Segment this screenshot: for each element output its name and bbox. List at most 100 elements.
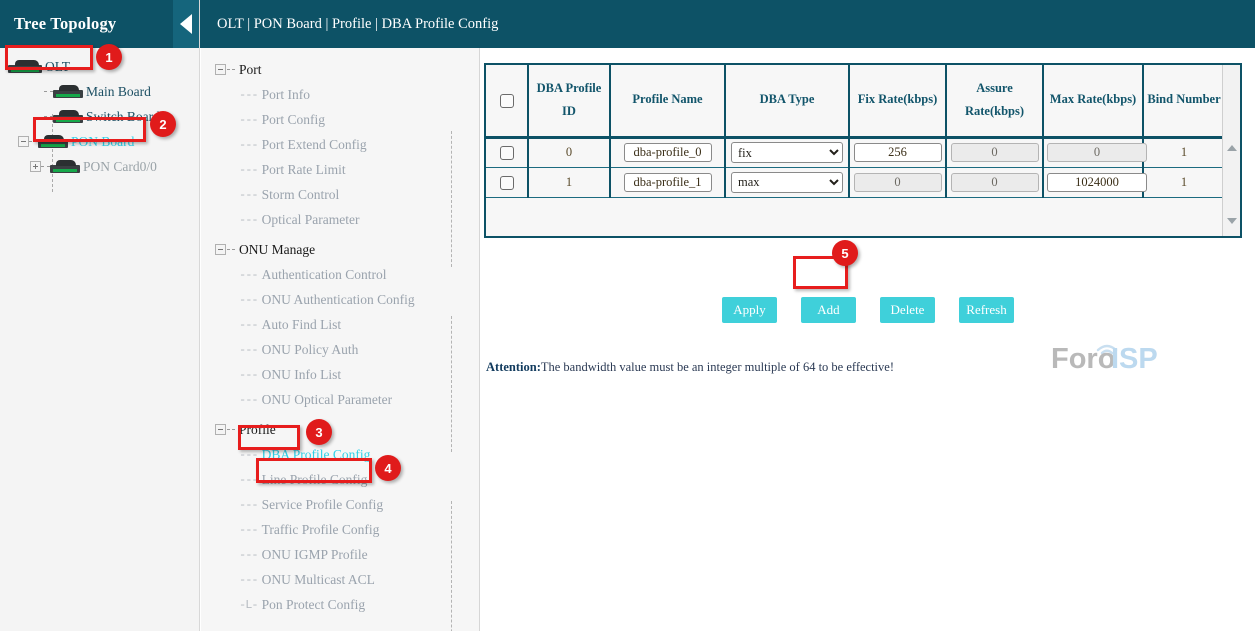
menu-bullet-icon: --- [239, 343, 258, 357]
menu-bullet-icon: --- [239, 368, 258, 382]
menu-group-profile[interactable]: Profile [201, 417, 479, 442]
tree-branch-line [41, 166, 50, 167]
watermark-icon: Foro ISP [1051, 337, 1176, 371]
menu-item-label: Optical Parameter [262, 212, 360, 228]
svg-text:ISP: ISP [1111, 343, 1158, 371]
menu-item-label: ONU Optical Parameter [262, 392, 392, 408]
menu-item-onu-policy-auth[interactable]: --- ONU Policy Auth [201, 337, 479, 362]
row-checkbox[interactable] [500, 146, 514, 160]
cell-fix-rate [849, 137, 946, 167]
table-header-dba-profile-id: DBA Profile ID [528, 65, 610, 137]
assure-rate-input[interactable] [951, 173, 1039, 192]
menu-group-onu-manage[interactable]: ONU Manage [201, 237, 479, 262]
profile-name-input[interactable] [624, 173, 712, 192]
menu-item-auto-find-list[interactable]: --- Auto Find List [201, 312, 479, 337]
cell-fix-rate [849, 167, 946, 197]
tree-branch-line [44, 116, 53, 117]
attention-text: The bandwidth value must be an integer m… [541, 360, 894, 374]
table-header-bind-number: Bind Number [1143, 65, 1222, 137]
menu-item-label: Pon Protect Config [262, 597, 366, 613]
menu-group-label: Profile [239, 422, 276, 438]
menu-item-dba-profile-config[interactable]: --- DBA Profile Config [201, 442, 479, 467]
row-checkbox[interactable] [500, 176, 514, 190]
menu-item-port-rate-limit[interactable]: --- Port Rate Limit [201, 157, 479, 182]
table-row: 0 fixassureassure+maxmax [486, 137, 1222, 167]
dba-profile-table: DBA Profile ID Profile Name DBA Type Fix… [486, 65, 1222, 198]
collapse-sidebar-button[interactable] [173, 0, 199, 48]
menu-item-onu-info-list[interactable]: --- ONU Info List [201, 362, 479, 387]
svg-text:Foro: Foro [1051, 343, 1115, 371]
tree-node-pon-card[interactable]: PON Card0/0 [0, 154, 199, 179]
tree-topology-panel: Tree Topology OLT Main Board [0, 0, 200, 631]
menu-bullet-icon: --- [239, 138, 258, 152]
apply-button[interactable]: Apply [722, 297, 777, 323]
tree-expander-minus-icon[interactable] [18, 136, 29, 147]
table-header-fix-rate: Fix Rate(kbps) [849, 65, 946, 137]
menu-bullet-icon: --- [239, 523, 258, 537]
menu-item-service-profile-config[interactable]: --- Service Profile Config [201, 492, 479, 517]
assure-rate-input[interactable] [951, 143, 1039, 162]
menu-expander-minus-icon[interactable] [215, 424, 226, 435]
select-all-checkbox[interactable] [500, 94, 514, 108]
cell-bind-number: 1 [1143, 137, 1222, 167]
table-vertical-scrollbar[interactable] [1222, 65, 1240, 236]
table-header-row: DBA Profile ID Profile Name DBA Type Fix… [486, 65, 1222, 137]
menu-bullet-icon: --- [239, 573, 258, 587]
tree-panel-title: Tree Topology [0, 14, 116, 34]
menu-branch-line [227, 69, 235, 70]
menu-item-pon-protect-config[interactable]: -L- Pon Protect Config [201, 592, 479, 617]
scroll-up-arrow-icon[interactable] [1227, 145, 1237, 151]
dba-type-select[interactable]: fixassureassure+maxmax [731, 142, 843, 163]
delete-button[interactable]: Delete [880, 297, 935, 323]
assure-rate-line2: Rate(kbps) [950, 100, 1039, 124]
profile-name-input[interactable] [624, 143, 712, 162]
table-empty-area [484, 238, 1242, 274]
tree-node-label: OLT [45, 60, 70, 74]
dba-type-select[interactable]: fixassureassure+maxmax [731, 172, 843, 193]
menu-bullet-icon: --- [239, 188, 258, 202]
menu-item-onu-multicast-acl[interactable]: --- ONU Multicast ACL [201, 567, 479, 592]
max-rate-input[interactable] [1047, 173, 1147, 192]
table-header-dba-type: DBA Type [725, 65, 849, 137]
menu-item-label: Port Config [262, 112, 325, 128]
tree-node-label: Main Board [86, 85, 151, 99]
menu-item-onu-optical-parameter[interactable]: --- ONU Optical Parameter [201, 387, 479, 412]
menu-item-optical-parameter[interactable]: --- Optical Parameter [201, 207, 479, 232]
foroisp-watermark: Foro ISP [1051, 337, 1176, 371]
menu-item-label: Service Profile Config [262, 497, 383, 513]
application-window: Tree Topology OLT Main Board [0, 0, 1255, 631]
tree-node-switch-board[interactable]: Switch Board [0, 104, 199, 129]
menu-item-port-info[interactable]: --- Port Info [201, 82, 479, 107]
tree-node-label: Switch Board [86, 110, 160, 124]
menu-item-traffic-profile-config[interactable]: --- Traffic Profile Config [201, 517, 479, 542]
menu-item-onu-igmp-profile[interactable]: --- ONU IGMP Profile [201, 542, 479, 567]
menu-branch-line [227, 249, 235, 250]
menu-expander-minus-icon[interactable] [215, 64, 226, 75]
tree-node-olt[interactable]: OLT [0, 54, 199, 79]
tree-panel-header: Tree Topology [0, 0, 199, 48]
menu-item-authentication-control[interactable]: --- Authentication Control [201, 262, 479, 287]
menu-group-port[interactable]: Port [201, 57, 479, 82]
max-rate-input[interactable] [1047, 143, 1147, 162]
table-header-assure-rate: Assure Rate(kbps) [946, 65, 1043, 137]
menu-item-port-config[interactable]: --- Port Config [201, 107, 479, 132]
menu-expander-minus-icon[interactable] [215, 244, 226, 255]
menu-item-onu-authentication-config[interactable]: --- ONU Authentication Config [201, 287, 479, 312]
refresh-button[interactable]: Refresh [959, 297, 1014, 323]
tree-node-pon-board[interactable]: PON Board [0, 129, 199, 154]
fix-rate-input[interactable] [854, 173, 942, 192]
menu-item-label: Port Info [262, 87, 310, 103]
menu-item-port-extend-config[interactable]: --- Port Extend Config [201, 132, 479, 157]
cell-dba-type: fixassureassure+maxmax [725, 137, 849, 167]
menu-item-storm-control[interactable]: --- Storm Control [201, 182, 479, 207]
menu-item-line-profile-config[interactable]: --- Line Profile Config [201, 467, 479, 492]
add-button[interactable]: Add [801, 297, 856, 323]
menu-item-label: ONU Info List [262, 367, 342, 383]
tree-expander-plus-icon[interactable] [30, 161, 41, 172]
cell-profile-name [610, 167, 725, 197]
scroll-down-arrow-icon[interactable] [1227, 218, 1237, 224]
fix-rate-input[interactable] [854, 143, 942, 162]
menu-bullet-icon: --- [239, 163, 258, 177]
device-icon [38, 135, 68, 148]
tree-node-main-board[interactable]: Main Board [0, 79, 199, 104]
